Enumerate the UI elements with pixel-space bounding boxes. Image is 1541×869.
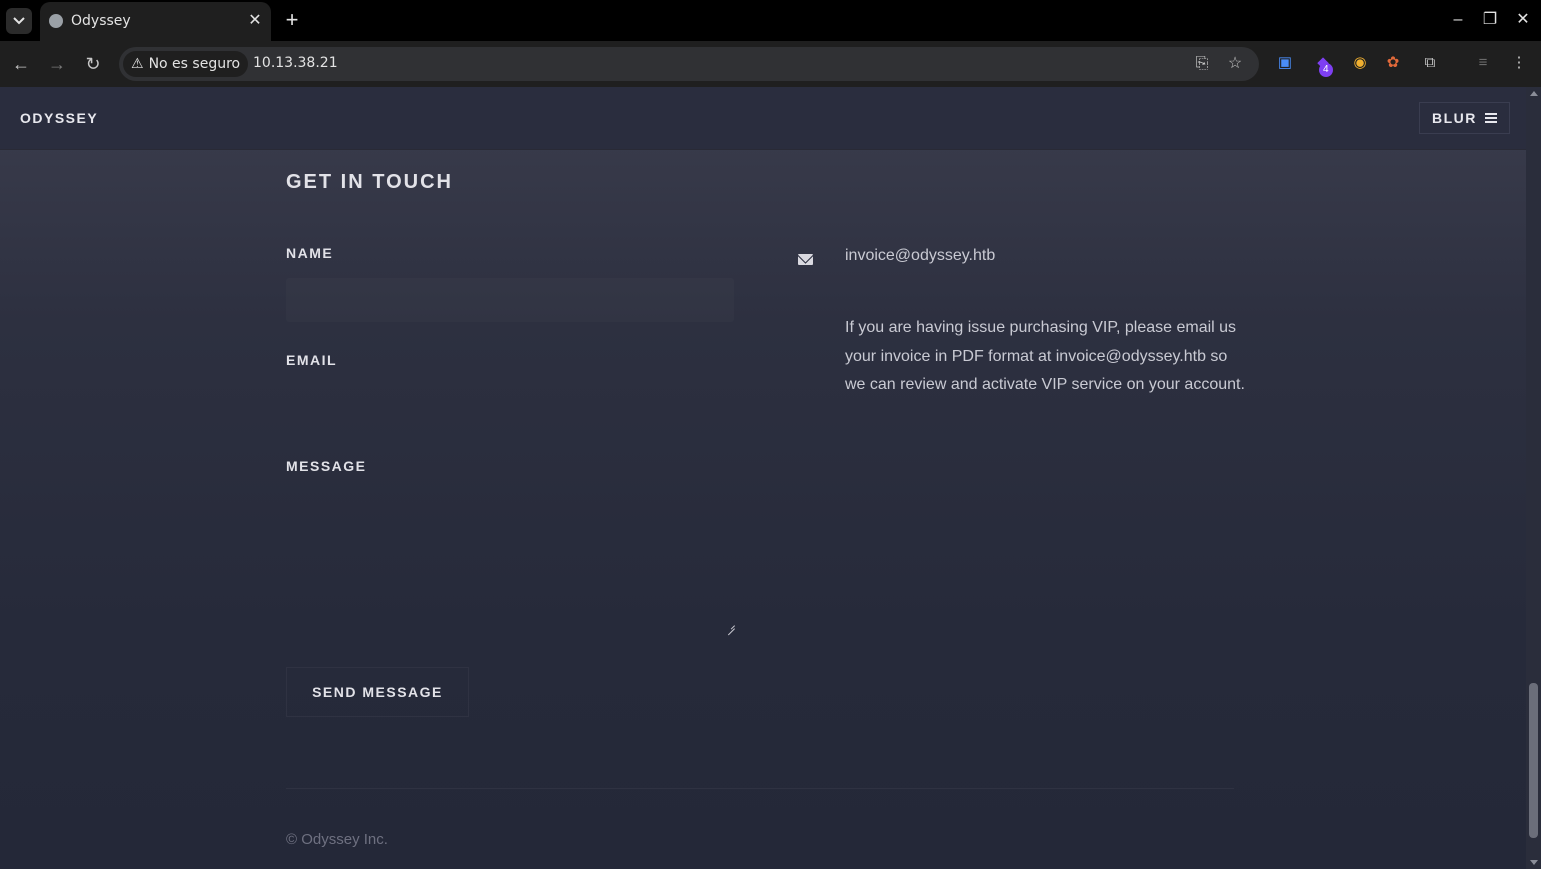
kebab-menu-icon[interactable]: ⋮ <box>1509 53 1529 73</box>
close-icon[interactable]: ✕ <box>246 12 264 30</box>
page-scrollbar[interactable] <box>1526 87 1541 869</box>
name-label: NAME <box>286 245 334 261</box>
google-translate-extension-icon[interactable]: ▣ <box>1275 53 1295 73</box>
resize-handle-icon[interactable] <box>727 621 735 629</box>
minimize-icon[interactable]: – <box>1448 10 1468 30</box>
new-tab-button[interactable]: + <box>281 9 303 31</box>
translate-icon[interactable]: ⎘ <box>1192 54 1212 74</box>
scroll-down-icon[interactable] <box>1530 860 1538 865</box>
close-window-icon[interactable]: ✕ <box>1513 10 1533 30</box>
warning-icon: ⚠ <box>131 56 144 72</box>
page-viewport: ODYSSEY BLUR GET IN TOUCH NAME EMAIL MES… <box>0 87 1526 869</box>
section-title: GET IN TOUCH <box>286 171 453 193</box>
cookie-icon[interactable]: ✿ <box>1383 53 1403 73</box>
address-bar[interactable]: ⚠ No es seguro 10.13.38.21 ⎘ ☆ <box>119 47 1259 81</box>
brand-logo[interactable]: ODYSSEY <box>20 110 98 126</box>
reload-icon[interactable]: ↻ <box>82 53 104 75</box>
hamburger-icon <box>1484 113 1497 123</box>
message-label: MESSAGE <box>286 458 367 474</box>
scroll-thumb[interactable] <box>1529 683 1538 838</box>
browser-toolbar: ← → ↻ ⚠ No es seguro 10.13.38.21 ⎘ ☆ ▣ ◆… <box>0 41 1541 87</box>
contact-note: If you are having issue purchasing VIP, … <box>845 319 1245 393</box>
cookie-editor-icon[interactable]: ◉ <box>1350 53 1370 73</box>
contact-email: invoice@odyssey.htb <box>845 247 996 264</box>
email-label: EMAIL <box>286 352 338 368</box>
copyright: © Odyssey Inc. <box>286 831 388 848</box>
send-message-button[interactable]: SEND MESSAGE <box>286 667 469 717</box>
globe-icon <box>49 14 63 28</box>
menu-button[interactable]: BLUR <box>1419 102 1510 134</box>
star-icon[interactable]: ☆ <box>1225 54 1245 74</box>
profile-icon[interactable]: ≡ <box>1473 53 1493 73</box>
message-textarea[interactable] <box>286 491 734 631</box>
security-label: No es seguro <box>148 56 241 72</box>
restore-icon[interactable]: ❐ <box>1480 10 1500 30</box>
url-text[interactable]: 10.13.38.21 <box>253 55 338 71</box>
email-input[interactable] <box>286 385 734 429</box>
chevron-down-icon <box>13 17 25 25</box>
back-icon[interactable]: ← <box>10 53 32 75</box>
tab-search-button[interactable] <box>6 8 32 34</box>
name-input[interactable] <box>286 278 734 322</box>
tab-strip: Odyssey ✕ + – ❐ ✕ <box>0 0 1541 41</box>
tab-title: Odyssey <box>71 13 131 29</box>
extension-badge: 4 <box>1319 63 1333 77</box>
forward-icon[interactable]: → <box>46 53 68 75</box>
scroll-up-icon[interactable] <box>1530 91 1538 96</box>
puzzle-icon[interactable]: ⧉ <box>1420 53 1440 73</box>
site-header: ODYSSEY BLUR <box>0 87 1526 149</box>
menu-label: BLUR <box>1432 110 1477 126</box>
browser-tab[interactable]: Odyssey ✕ <box>40 2 271 41</box>
envelope-icon <box>798 254 813 265</box>
security-chip[interactable]: ⚠ No es seguro <box>123 51 249 77</box>
footer-divider <box>286 788 1234 789</box>
